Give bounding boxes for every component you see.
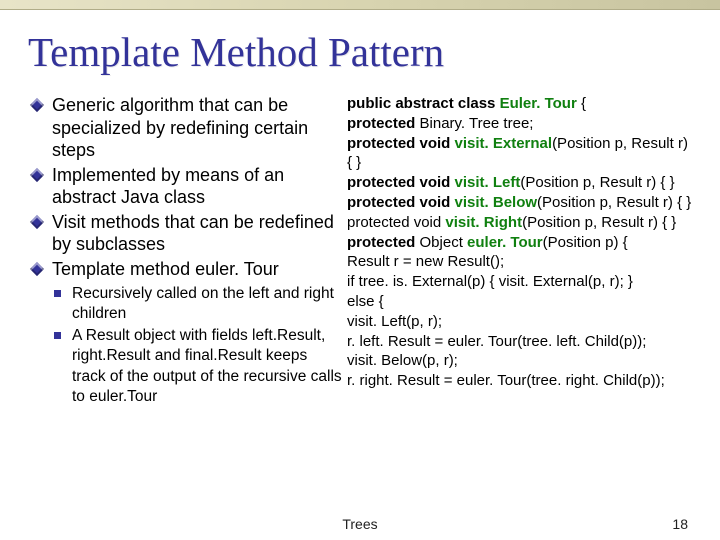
code-line: Result r = new Result(); <box>347 252 692 272</box>
sub-bullet-item: Recursively called on the left and right… <box>52 284 343 324</box>
code-line: visit. Left(p, r); <box>347 312 692 332</box>
left-column: Generic algorithm that can be specialize… <box>28 94 343 409</box>
code-line: else { <box>347 292 692 312</box>
code-line: protected Object euler. Tour(Position p)… <box>347 233 692 253</box>
code-block: public abstract class Euler. Tour { prot… <box>347 94 692 391</box>
code-line: if tree. is. External(p) { visit. Extern… <box>347 272 692 292</box>
sub-bullet-list: Recursively called on the left and right… <box>52 284 343 407</box>
code-line: protected Binary. Tree tree; <box>347 114 692 134</box>
code-line: r. right. Result = euler. Tour(tree. rig… <box>347 371 692 391</box>
page-number: 18 <box>672 516 688 532</box>
code-line: protected void visit. External(Position … <box>347 134 692 174</box>
code-line: public abstract class Euler. Tour { <box>347 94 692 114</box>
slide-body: Template Method Pattern Generic algorith… <box>0 10 720 409</box>
code-line: visit. Below(p, r); <box>347 351 692 371</box>
sub-bullet-item: A Result object with fields left.Result,… <box>52 326 343 407</box>
content-columns: Generic algorithm that can be specialize… <box>28 94 692 409</box>
code-line: protected void visit. Left(Position p, R… <box>347 173 692 193</box>
slide-title: Template Method Pattern <box>28 28 692 76</box>
right-column: public abstract class Euler. Tour { prot… <box>343 94 692 409</box>
bullet-item: Template method euler. Tour <box>30 258 343 281</box>
bullet-item: Visit methods that can be redefined by s… <box>30 211 343 256</box>
top-accent-bar <box>0 0 720 10</box>
code-line: r. left. Result = euler. Tour(tree. left… <box>347 332 692 352</box>
bullet-item: Implemented by means of an abstract Java… <box>30 164 343 209</box>
bullet-list: Generic algorithm that can be specialize… <box>30 94 343 280</box>
footer-label: Trees <box>342 516 377 532</box>
code-line: protected void visit. Below(Position p, … <box>347 193 692 233</box>
bullet-item: Generic algorithm that can be specialize… <box>30 94 343 162</box>
